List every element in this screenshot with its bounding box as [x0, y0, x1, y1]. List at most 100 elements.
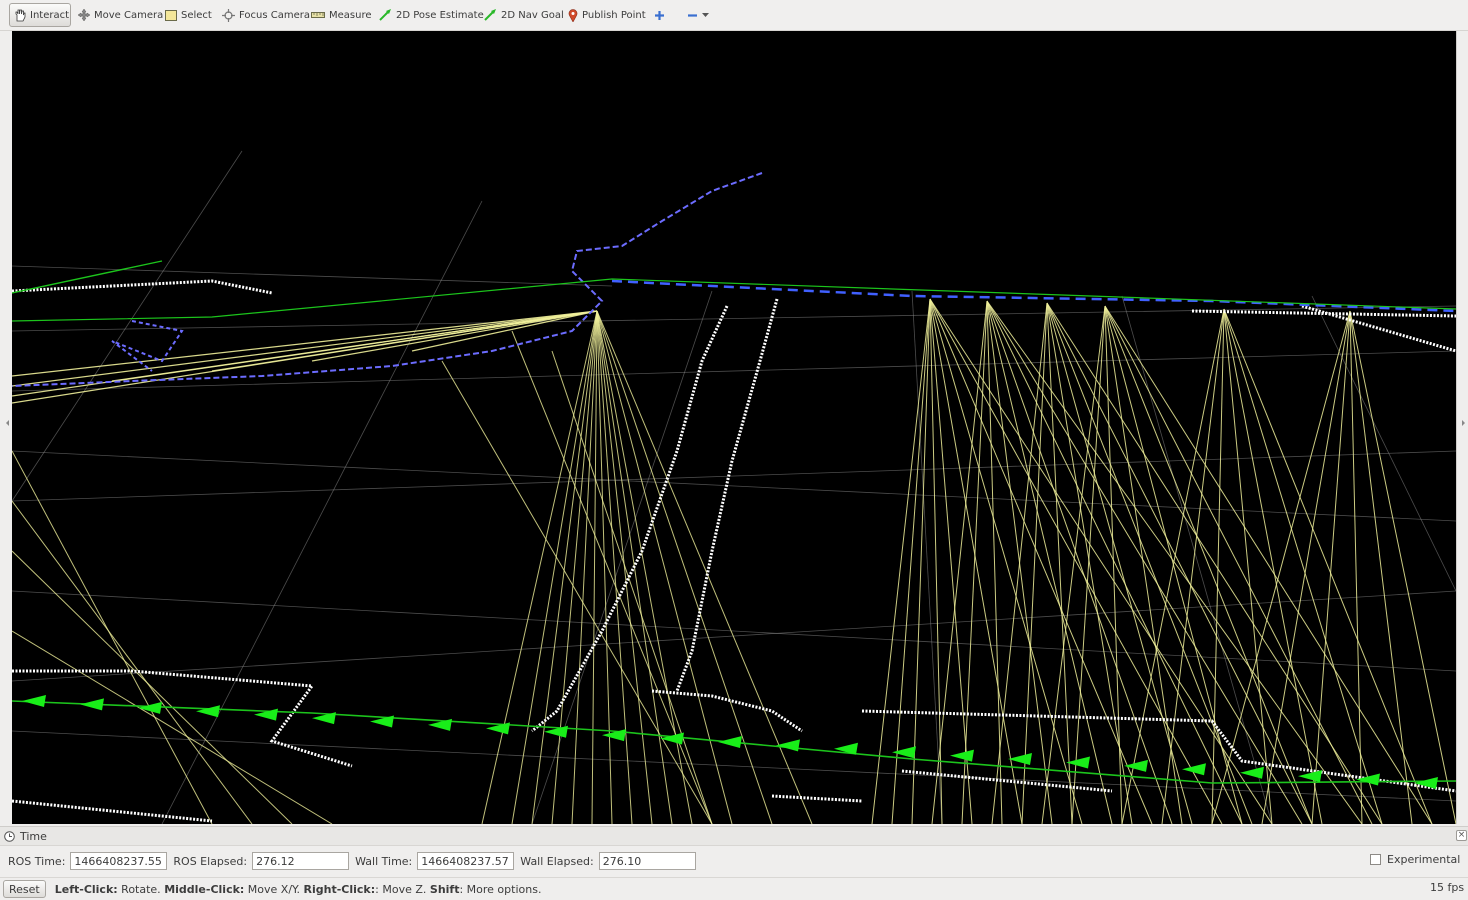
- experimental-checkbox[interactable]: [1370, 854, 1381, 865]
- grid-line: [12, 590, 1456, 682]
- reset-button[interactable]: Reset: [3, 880, 46, 898]
- toolbar: Interact Move Camera Select Focus Camera…: [0, 0, 1468, 31]
- wall-scan: [12, 669, 353, 768]
- measure-tool-label: Measure: [329, 9, 372, 21]
- laser-ray: [596, 310, 613, 824]
- remove-tool-button[interactable]: [683, 3, 713, 27]
- collapse-left-icon[interactable]: [6, 420, 9, 426]
- pose-arrow: [660, 732, 684, 745]
- laser-ray: [12, 550, 293, 824]
- laser-ray: [596, 310, 693, 824]
- mouse-hint: Left-Click: Rotate. Middle-Click: Move X…: [55, 883, 542, 896]
- grid-line: [12, 305, 1456, 332]
- grid-line: [12, 265, 613, 287]
- laser-ray: [596, 310, 633, 824]
- laser-ray: [12, 310, 598, 387]
- grid-line: [12, 350, 1456, 392]
- chevron-down-icon: [702, 12, 709, 17]
- grid-line: [911, 290, 943, 824]
- laser-ray: [551, 350, 713, 824]
- wall-scan: [531, 305, 729, 733]
- wall-scan: [771, 794, 863, 803]
- pose-estimate-tool-button[interactable]: 2D Pose Estimate: [375, 3, 488, 27]
- pose-arrow: [892, 746, 916, 759]
- pose-arrow: [950, 749, 974, 762]
- trajectory-line: [12, 172, 763, 387]
- right-dock-splitter[interactable]: [1456, 31, 1468, 824]
- grid-line: [12, 150, 243, 502]
- wall-elapsed-field[interactable]: [598, 852, 696, 870]
- pose-arrow: [196, 705, 220, 718]
- laser-ray: [511, 330, 713, 824]
- ros-elapsed-field[interactable]: [252, 852, 350, 870]
- add-tool-button[interactable]: [650, 3, 669, 27]
- laser-ray: [986, 300, 1243, 824]
- ruler-icon: [311, 12, 325, 18]
- select-box-icon: [165, 9, 177, 21]
- hint-left-click: Left-Click:: [54, 882, 118, 896]
- green-arrow-icon: [379, 9, 391, 21]
- planned-path: [12, 260, 1456, 784]
- laser-ray: [12, 310, 598, 377]
- pose-arrow: [1124, 759, 1148, 772]
- laser-ray: [931, 300, 988, 824]
- plus-icon: [655, 10, 664, 20]
- focus-camera-icon: [222, 8, 235, 22]
- laser-ray: [12, 500, 253, 824]
- time-panel-header: Time ×: [0, 826, 1468, 846]
- hint-right-click: Right-Click:: [303, 882, 376, 896]
- publish-point-tool-button[interactable]: Publish Point: [564, 3, 650, 27]
- move-camera-tool-button[interactable]: Move Camera: [74, 3, 167, 27]
- hint-middle-click: Middle-Click:: [164, 882, 245, 896]
- pose-estimate-tool-label: 2D Pose Estimate: [396, 9, 484, 21]
- wall-time-label: Wall Time:: [355, 854, 413, 868]
- fps-counter: 15 fps: [1430, 881, 1465, 894]
- laser-ray: [1161, 308, 1225, 824]
- laser-ray: [551, 310, 598, 824]
- experimental-toggle[interactable]: Experimental: [1370, 853, 1460, 866]
- wall-time-field[interactable]: [417, 852, 515, 870]
- collapse-right-icon[interactable]: [1462, 420, 1465, 426]
- grid-line: [12, 450, 1456, 522]
- wall-elapsed-label: Wall Elapsed:: [520, 854, 594, 868]
- pose-arrow: [80, 698, 104, 711]
- move-camera-tool-label: Move Camera: [94, 9, 164, 21]
- wall-scan: [12, 279, 273, 295]
- minus-icon: [688, 13, 697, 17]
- hint-move-z: : Move Z.: [375, 882, 430, 896]
- render-viewport[interactable]: [12, 31, 1456, 824]
- laser-ray: [12, 630, 333, 824]
- move-camera-icon: [78, 9, 90, 21]
- pose-arrow: [776, 739, 800, 752]
- close-panel-button[interactable]: ×: [1456, 830, 1467, 841]
- scene-canvas[interactable]: [12, 31, 1456, 824]
- laser-ray: [991, 302, 1048, 824]
- hand-icon: [15, 9, 26, 21]
- ros-time-label: ROS Time:: [8, 854, 66, 868]
- pose-arrow: [138, 701, 162, 714]
- focus-camera-tool-button[interactable]: Focus Camera: [218, 3, 314, 27]
- laser-ray: [1104, 305, 1313, 824]
- grid-line: [1311, 295, 1456, 592]
- experimental-label: Experimental: [1387, 853, 1461, 866]
- time-panel: ROS Time: ROS Elapsed: Wall Time: Wall E…: [0, 848, 1468, 874]
- nav-goal-tool-label: 2D Nav Goal: [501, 9, 564, 21]
- map-pin-icon: [568, 8, 578, 22]
- laser-ray: [1311, 310, 1351, 824]
- wall-scan: [901, 769, 1113, 793]
- laser-ray: [211, 310, 598, 372]
- ros-time-field[interactable]: [70, 852, 168, 870]
- hint-move-xy: Move X/Y.: [244, 882, 304, 896]
- laser-ray: [596, 310, 773, 824]
- measure-tool-button[interactable]: Measure: [307, 3, 376, 27]
- interact-tool-label: Interact: [30, 9, 70, 21]
- wall-scan: [651, 689, 803, 733]
- status-bar: Reset Left-Click: Rotate. Middle-Click: …: [0, 877, 1468, 900]
- interact-tool-button[interactable]: Interact: [9, 3, 71, 27]
- laser-ray: [481, 310, 598, 824]
- laser-ray: [1104, 305, 1183, 824]
- pose-arrow: [1298, 770, 1322, 783]
- close-icon: ×: [1457, 830, 1466, 840]
- select-tool-button[interactable]: Select: [161, 3, 216, 27]
- nav-goal-tool-button[interactable]: 2D Nav Goal: [480, 3, 568, 27]
